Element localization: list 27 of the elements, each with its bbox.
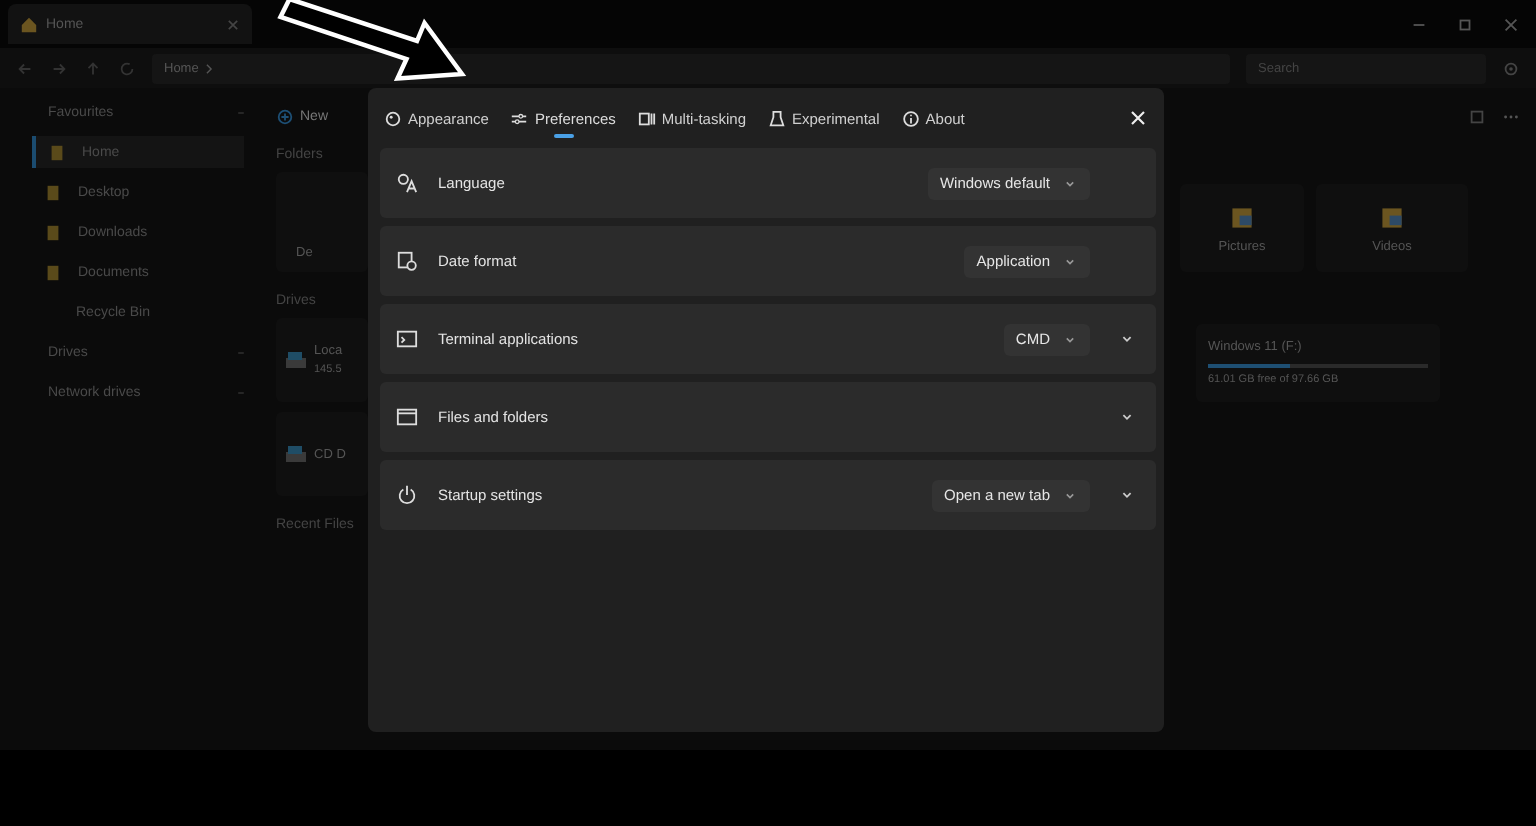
- folder-icon: [44, 263, 62, 281]
- back-icon[interactable]: [16, 59, 34, 77]
- sliders-icon: [510, 109, 529, 127]
- translate-icon: [396, 172, 418, 194]
- plus-icon: [276, 107, 294, 125]
- folder-icon: [1380, 203, 1404, 231]
- details-pane-icon[interactable]: [1468, 107, 1486, 125]
- panels-icon: [637, 109, 656, 127]
- home-icon: [20, 15, 38, 33]
- drive-icon: [284, 444, 308, 464]
- info-icon: [901, 109, 920, 127]
- up-icon[interactable]: [84, 59, 102, 77]
- settings-icon[interactable]: [1502, 59, 1520, 77]
- chevron-right-icon: [202, 61, 217, 75]
- flask-icon: [768, 109, 786, 127]
- folder-icon: [44, 183, 62, 201]
- drive-icon: [284, 350, 308, 370]
- folder-icon: [48, 143, 66, 161]
- forward-icon[interactable]: [50, 59, 68, 77]
- folder-icon: [44, 223, 62, 241]
- terminal-icon: [396, 328, 418, 350]
- calendar-icon: [396, 250, 418, 272]
- refresh-icon[interactable]: [118, 59, 136, 77]
- folder-icon: [1230, 203, 1254, 231]
- restore-icon[interactable]: [1456, 15, 1474, 33]
- power-icon: [396, 484, 418, 506]
- window-icon: [396, 406, 418, 428]
